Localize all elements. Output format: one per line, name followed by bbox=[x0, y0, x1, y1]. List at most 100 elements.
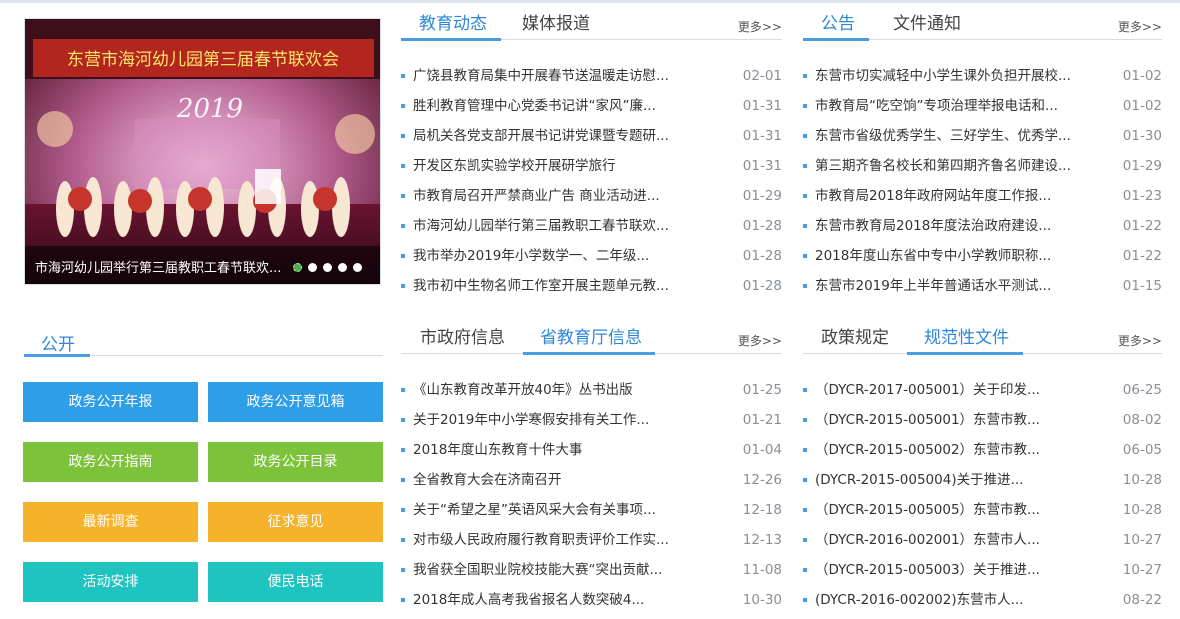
item-title[interactable]: （DYCR-2015-005001）东营市教... bbox=[815, 405, 1083, 435]
top-border-line bbox=[0, 0, 1180, 3]
tab-file-notice[interactable]: 文件通知 bbox=[893, 14, 961, 40]
slider-dot[interactable] bbox=[308, 263, 317, 272]
list-item[interactable]: 2018年度山东教育十件大事 01-04 bbox=[401, 435, 782, 465]
tab-education-news[interactable]: 教育动态 bbox=[419, 14, 487, 40]
list-item[interactable]: 对市级人民政府履行教育职责评价工作实... 12-13 bbox=[401, 525, 782, 555]
list-item[interactable]: （DYCR-2015-005002）东营市教... 06-05 bbox=[803, 435, 1162, 465]
list-item[interactable]: （DYCR-2017-005001）关于印发... 06-25 bbox=[803, 375, 1162, 405]
item-title[interactable]: （DYCR-2015-005003）关于推进... bbox=[815, 555, 1083, 585]
item-title[interactable]: 胜利教育管理中心党委书记讲“家风”廉... bbox=[413, 91, 683, 121]
item-title[interactable]: 市教育局2018年政府网站年度工作报... bbox=[815, 181, 1083, 211]
list-item[interactable]: 东营市切实减轻中小学生课外负担开展校... 01-02 bbox=[803, 61, 1162, 91]
item-title[interactable]: （DYCR-2016-002001）东营市人... bbox=[815, 525, 1083, 555]
news-slider[interactable]: 东营市海河幼儿园第三届春节联欢会 2019 市海河幼儿园举行第三届教职工春节联欢… bbox=[24, 18, 381, 285]
activity-schedule-button[interactable]: 活动安排 bbox=[23, 562, 198, 602]
list-item[interactable]: 市海河幼儿园举行第三届教职工春节联欢... 01-28 bbox=[401, 211, 782, 241]
item-title[interactable]: 对市级人民政府履行教育职责评价工作实... bbox=[413, 525, 683, 555]
item-title[interactable]: 我省获全国职业院校技能大赛“突出贡献... bbox=[413, 555, 683, 585]
feedback-box-button[interactable]: 政务公开意见箱 bbox=[208, 382, 383, 422]
list-item[interactable]: 市教育局“吃空饷”专项治理举报电话和... 01-02 bbox=[803, 91, 1162, 121]
list-item[interactable]: （DYCR-2016-002001）东营市人... 10-27 bbox=[803, 525, 1162, 555]
item-title[interactable]: 关于“希望之星”英语风采大会有关事项... bbox=[413, 495, 683, 525]
tab-notice[interactable]: 公告 bbox=[821, 14, 855, 40]
item-title[interactable]: 2018年成人高考我省报名人数突破4... bbox=[413, 585, 683, 615]
bullet-icon bbox=[803, 194, 807, 198]
more-link[interactable]: 更多>> bbox=[1118, 18, 1162, 35]
item-title[interactable]: 东营市省级优秀学生、三好学生、优秀学... bbox=[815, 121, 1083, 151]
item-title[interactable]: 2018年度山东省中专中小学教师职称... bbox=[815, 241, 1083, 271]
tab-province-edu-info[interactable]: 省教育厅信息 bbox=[540, 328, 642, 354]
list-item[interactable]: 关于“希望之星”英语风采大会有关事项... 12-18 bbox=[401, 495, 782, 525]
item-title[interactable]: 第三期齐鲁名校长和第四期齐鲁名师建设... bbox=[815, 151, 1083, 181]
list-item[interactable]: （DYCR-2015-005003）关于推进... 10-27 bbox=[803, 555, 1162, 585]
item-title[interactable]: 市教育局“吃空饷”专项治理举报电话和... bbox=[815, 91, 1083, 121]
list-item[interactable]: 胜利教育管理中心党委书记讲“家风”廉... 01-31 bbox=[401, 91, 782, 121]
bullet-icon bbox=[401, 568, 405, 572]
item-title[interactable]: 《山东教育改革开放40年》丛书出版 bbox=[413, 375, 683, 405]
item-title[interactable]: 全省教育大会在济南召开 bbox=[413, 465, 683, 495]
annual-report-button[interactable]: 政务公开年报 bbox=[23, 382, 198, 422]
list-item[interactable]: 广饶县教育局集中开展春节送温暖走访慰... 02-01 bbox=[401, 61, 782, 91]
item-title[interactable]: （DYCR-2017-005001）关于印发... bbox=[815, 375, 1083, 405]
list-item[interactable]: 东营市省级优秀学生、三好学生、优秀学... 01-30 bbox=[803, 121, 1162, 151]
item-title[interactable]: 东营市教育局2018年度法治政府建设... bbox=[815, 211, 1083, 241]
list-item[interactable]: 第三期齐鲁名校长和第四期齐鲁名师建设... 01-29 bbox=[803, 151, 1162, 181]
item-title[interactable]: 东营市2019年上半年普通话水平测试... bbox=[815, 271, 1083, 301]
catalog-button[interactable]: 政务公开目录 bbox=[208, 442, 383, 482]
item-date: 01-28 bbox=[742, 218, 782, 234]
list-item[interactable]: 开发区东凯实验学校开展研学旅行 01-31 bbox=[401, 151, 782, 181]
list-item[interactable]: 市教育局召开严禁商业广告 商业活动进... 01-29 bbox=[401, 181, 782, 211]
list-item[interactable]: 东营市教育局2018年度法治政府建设... 01-22 bbox=[803, 211, 1162, 241]
list-item[interactable]: 《山东教育改革开放40年》丛书出版 01-25 bbox=[401, 375, 782, 405]
item-title[interactable]: (DYCR-2015-005004)关于推进... bbox=[815, 465, 1083, 495]
tab-media-reports[interactable]: 媒体报道 bbox=[522, 14, 590, 40]
slider-dot[interactable] bbox=[293, 263, 302, 272]
list-item[interactable]: (DYCR-2015-005004)关于推进... 10-28 bbox=[803, 465, 1162, 495]
list-item[interactable]: 2018年成人高考我省报名人数突破4... 10-30 bbox=[401, 585, 782, 615]
list-item[interactable]: 东营市2019年上半年普通话水平测试... 01-15 bbox=[803, 271, 1162, 301]
list-item[interactable]: 我省获全国职业院校技能大赛“突出贡献... 11-08 bbox=[401, 555, 782, 585]
item-date: 10-28 bbox=[1122, 502, 1162, 518]
list-item[interactable]: 我市初中生物名师工作室开展主题单元教... 01-28 bbox=[401, 271, 782, 301]
item-title[interactable]: 局机关各党支部开展书记讲党课暨专题研... bbox=[413, 121, 683, 151]
item-title[interactable]: （DYCR-2015-005005）东营市教... bbox=[815, 495, 1083, 525]
more-link[interactable]: 更多>> bbox=[738, 332, 782, 349]
survey-button[interactable]: 最新调查 bbox=[23, 502, 198, 542]
list-item[interactable]: 局机关各党支部开展书记讲党课暨专题研... 01-31 bbox=[401, 121, 782, 151]
item-date: 01-29 bbox=[742, 188, 782, 204]
bullet-icon bbox=[803, 134, 807, 138]
list-item[interactable]: (DYCR-2016-002002)东营市人... 08-22 bbox=[803, 585, 1162, 615]
list-item[interactable]: 全省教育大会在济南召开 12-26 bbox=[401, 465, 782, 495]
item-title[interactable]: 关于2019年中小学寒假安排有关工作... bbox=[413, 405, 683, 435]
tab-city-gov-info[interactable]: 市政府信息 bbox=[420, 328, 505, 354]
slider-caption[interactable]: 市海河幼儿园举行第三届教职工春节联欢... bbox=[35, 257, 297, 276]
hotline-button[interactable]: 便民电话 bbox=[208, 562, 383, 602]
more-link[interactable]: 更多>> bbox=[1118, 332, 1162, 349]
list-item[interactable]: 市教育局2018年政府网站年度工作报... 01-23 bbox=[803, 181, 1162, 211]
item-title[interactable]: 开发区东凯实验学校开展研学旅行 bbox=[413, 151, 683, 181]
guide-button[interactable]: 政务公开指南 bbox=[23, 442, 198, 482]
list-item[interactable]: 关于2019年中小学寒假安排有关工作... 01-21 bbox=[401, 405, 782, 435]
active-tab-underline bbox=[803, 38, 869, 41]
slider-dot[interactable] bbox=[338, 263, 347, 272]
list-item[interactable]: （DYCR-2015-005001）东营市教... 08-02 bbox=[803, 405, 1162, 435]
item-title[interactable]: （DYCR-2015-005002）东营市教... bbox=[815, 435, 1083, 465]
list-item[interactable]: （DYCR-2015-005005）东营市教... 10-28 bbox=[803, 495, 1162, 525]
item-title[interactable]: 市教育局召开严禁商业广告 商业活动进... bbox=[413, 181, 683, 211]
item-title[interactable]: 市海河幼儿园举行第三届教职工春节联欢... bbox=[413, 211, 683, 241]
solicit-opinion-button[interactable]: 征求意见 bbox=[208, 502, 383, 542]
item-title[interactable]: 我市举办2019年小学数学一、二年级... bbox=[413, 241, 683, 271]
item-title[interactable]: (DYCR-2016-002002)东营市人... bbox=[815, 585, 1083, 615]
item-title[interactable]: 我市初中生物名师工作室开展主题单元教... bbox=[413, 271, 683, 301]
item-title[interactable]: 东营市切实减轻中小学生课外负担开展校... bbox=[815, 61, 1083, 91]
list-item[interactable]: 2018年度山东省中专中小学教师职称... 01-22 bbox=[803, 241, 1162, 271]
more-link[interactable]: 更多>> bbox=[738, 18, 782, 35]
tab-normative-docs[interactable]: 规范性文件 bbox=[924, 328, 1009, 354]
tab-policy-rules[interactable]: 政策规定 bbox=[821, 328, 889, 354]
list-item[interactable]: 我市举办2019年小学数学一、二年级... 01-28 bbox=[401, 241, 782, 271]
slider-dot[interactable] bbox=[353, 263, 362, 272]
public-title[interactable]: 公开 bbox=[41, 330, 75, 355]
slider-dot[interactable] bbox=[323, 263, 332, 272]
item-title[interactable]: 广饶县教育局集中开展春节送温暖走访慰... bbox=[413, 61, 683, 91]
item-title[interactable]: 2018年度山东教育十件大事 bbox=[413, 435, 683, 465]
